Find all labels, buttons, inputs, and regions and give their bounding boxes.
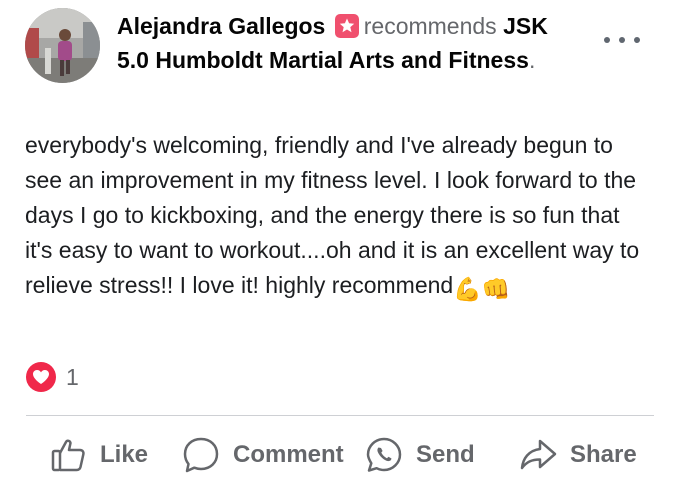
thumbs-up-icon bbox=[51, 439, 85, 472]
flexed-biceps-emoji: 💪 bbox=[453, 276, 482, 302]
review-body: everybody's welcoming, friendly and I've… bbox=[25, 132, 640, 298]
comment-label: Comment bbox=[233, 441, 344, 468]
action-bar: Like Comment Send Share bbox=[0, 430, 673, 480]
share-button[interactable]: Share bbox=[518, 430, 637, 480]
recommends-text: recommends bbox=[363, 13, 497, 39]
reaction-count: 1 bbox=[66, 363, 79, 390]
comment-button[interactable]: Comment bbox=[181, 430, 344, 480]
comment-icon bbox=[183, 437, 219, 473]
like-button[interactable]: Like bbox=[50, 430, 148, 480]
review-text: everybody's welcoming, friendly and I've… bbox=[25, 128, 650, 307]
post-header-line-1: Alejandra Gallegos recommends JSK bbox=[117, 11, 597, 41]
more-options-icon[interactable] bbox=[604, 30, 640, 50]
header-period: . bbox=[528, 47, 536, 73]
reactions-summary[interactable]: 1 bbox=[26, 362, 79, 392]
send-label: Send bbox=[416, 441, 475, 468]
page-name-part-2[interactable]: 5.0 Humboldt Martial Arts and Fitness bbox=[117, 47, 529, 73]
share-label: Share bbox=[570, 441, 637, 468]
divider bbox=[26, 415, 654, 416]
more-dot bbox=[604, 37, 610, 43]
author-avatar[interactable] bbox=[25, 8, 100, 83]
whatsapp-icon bbox=[366, 437, 402, 472]
more-dot bbox=[619, 37, 625, 43]
avatar-photo bbox=[25, 8, 100, 83]
oncoming-fist-emoji: 👊 bbox=[481, 276, 511, 302]
author-name[interactable]: Alejandra Gallegos bbox=[117, 13, 325, 39]
post-header-line-2: 5.0 Humboldt Martial Arts and Fitness. bbox=[117, 45, 597, 75]
more-dot bbox=[634, 37, 640, 43]
page-name-part-1[interactable]: JSK bbox=[503, 13, 548, 39]
heart-icon bbox=[26, 362, 56, 392]
share-icon bbox=[520, 439, 557, 470]
send-button[interactable]: Send bbox=[364, 430, 475, 480]
star-badge-icon bbox=[334, 13, 360, 39]
like-label: Like bbox=[100, 441, 149, 468]
